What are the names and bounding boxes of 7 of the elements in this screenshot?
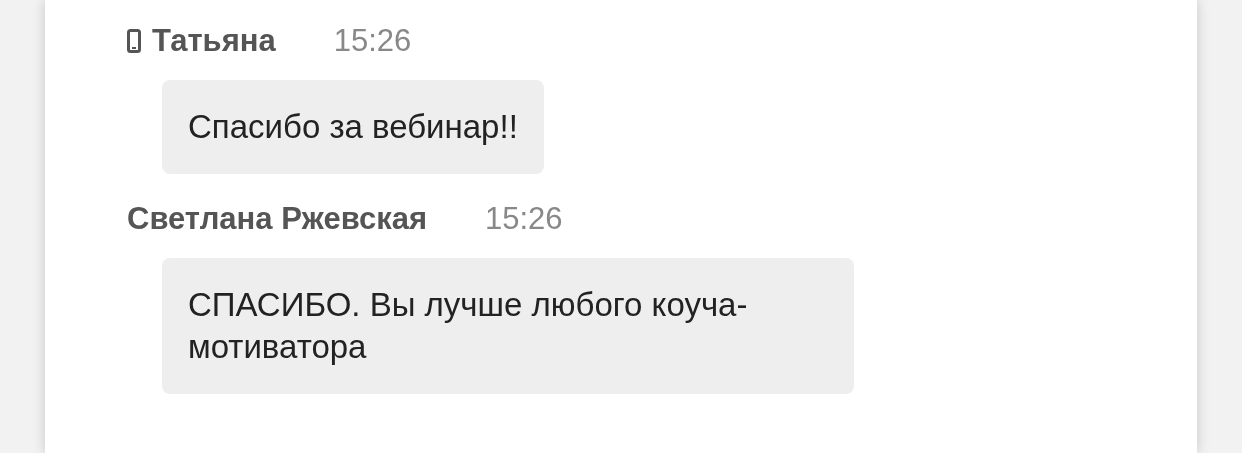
author-name: Татьяна <box>152 23 276 59</box>
message-time: 15:26 <box>485 201 563 237</box>
author-name: Светлана Ржевская <box>127 201 427 237</box>
message-bubble: СПАСИБО. Вы лучше любого коуча-мотиватора <box>162 258 854 394</box>
message-bubble: Спасибо за вебинар!! <box>162 80 544 174</box>
mobile-phone-icon <box>127 29 141 53</box>
message-time: 15:26 <box>333 23 412 59</box>
